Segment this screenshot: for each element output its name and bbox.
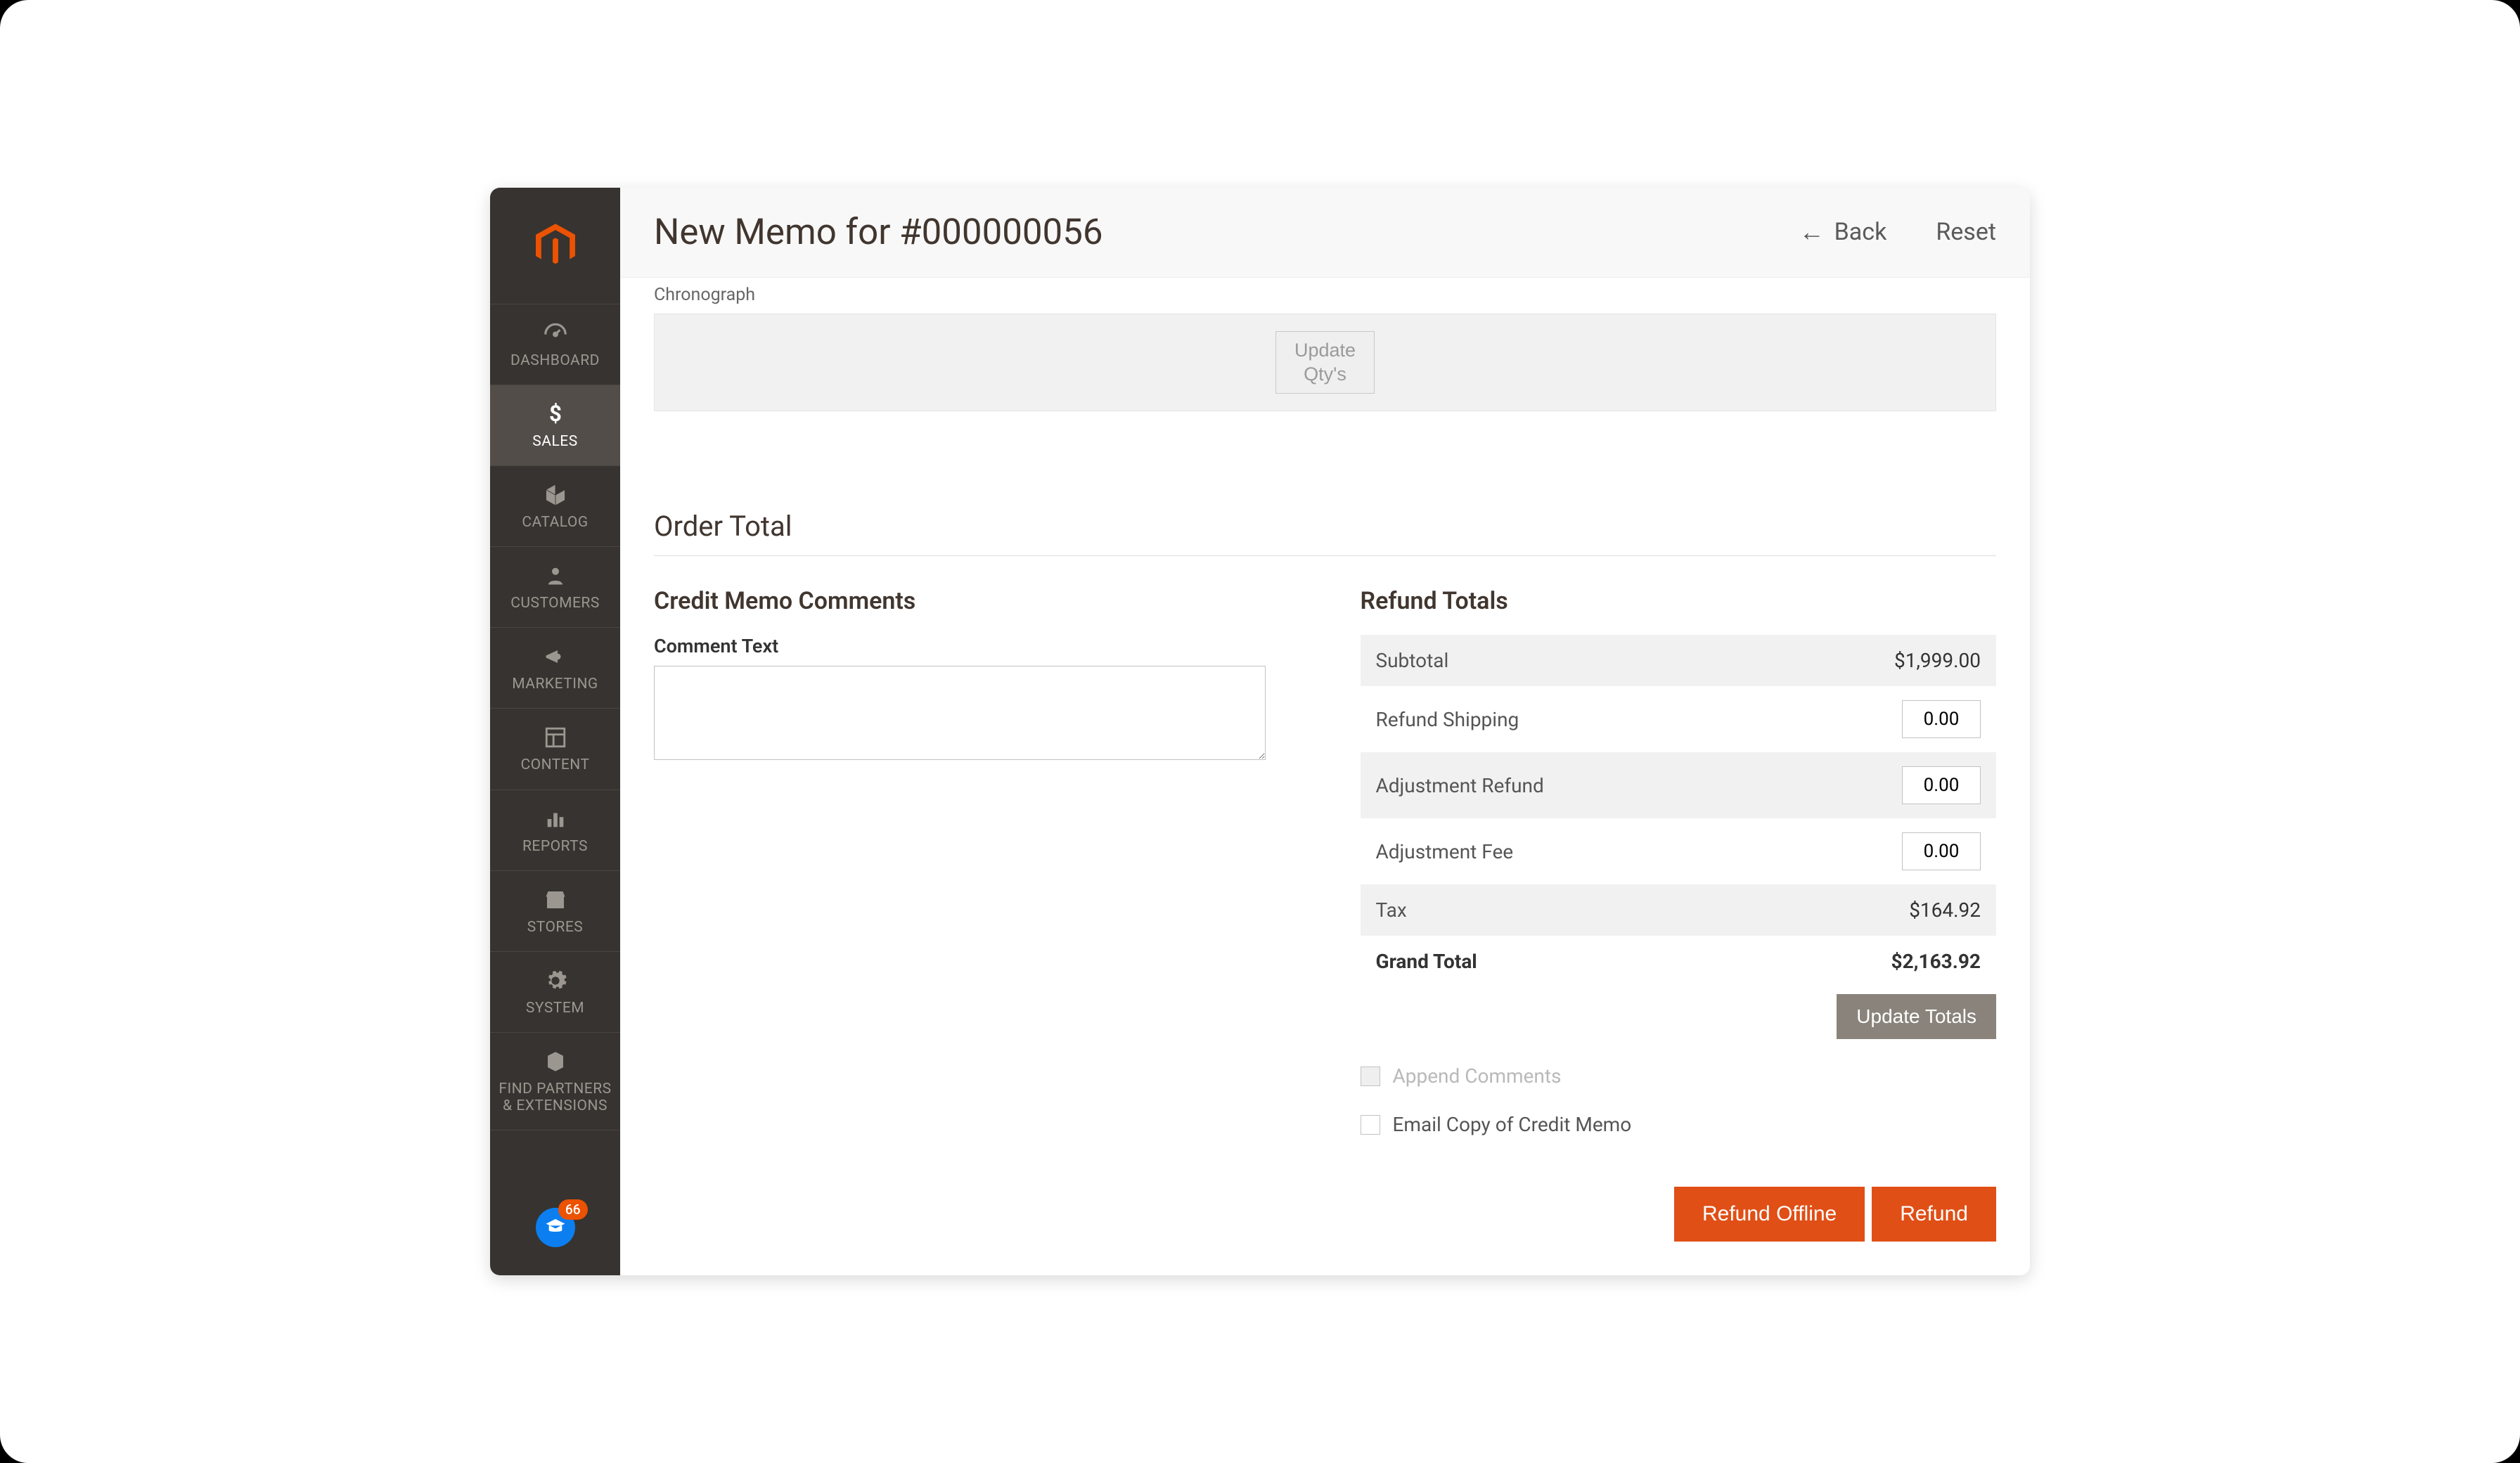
append-comments-row: Append Comments	[1361, 1064, 1997, 1088]
update-qty-bar: Update Qty's	[654, 314, 1996, 412]
back-label: Back	[1834, 218, 1887, 246]
sidebar-item-reports[interactable]: REPORTS	[490, 789, 620, 870]
sidebar-item-label: DASHBOARD	[510, 352, 600, 369]
main-content: New Memo for #000000056 ← Back Reset Chr…	[620, 188, 2030, 1276]
append-comments-checkbox	[1361, 1066, 1380, 1086]
sidebar-item-stores[interactable]: STORES	[490, 870, 620, 951]
sidebar-item-label: CATALOG	[522, 514, 588, 531]
adjustment-refund-label: Adjustment Refund	[1361, 752, 1756, 818]
update-totals-button[interactable]: Update Totals	[1837, 994, 1996, 1039]
adjustment-fee-row: Adjustment Fee	[1361, 818, 1997, 884]
sidebar-item-customers[interactable]: CUSTOMERS	[490, 546, 620, 627]
subtotal-value: $1,999.00	[1756, 635, 1996, 686]
cube-icon	[541, 480, 570, 510]
megaphone-icon	[541, 642, 570, 671]
comments-heading: Credit Memo Comments	[654, 587, 1290, 615]
refund-totals-table: Subtotal $1,999.00 Refund Shipping Adjus…	[1361, 635, 1997, 987]
update-totals-row: Update Totals	[1361, 994, 1997, 1039]
refund-shipping-input[interactable]	[1902, 700, 1981, 738]
sidebar-item-label: REPORTS	[522, 838, 588, 855]
page-title: New Memo for #000000056	[654, 212, 1799, 253]
tax-value: $164.92	[1756, 884, 1996, 936]
package-icon	[541, 1047, 570, 1076]
store-icon	[541, 885, 570, 915]
sidebar-item-sales[interactable]: $ SALES	[490, 385, 620, 465]
subtotal-label: Subtotal	[1361, 635, 1756, 686]
tax-row: Tax $164.92	[1361, 884, 1997, 936]
product-line-text: Chronograph	[654, 278, 1996, 314]
sidebar-item-label: CONTENT	[521, 756, 590, 773]
sidebar-spacer	[490, 1130, 620, 1208]
layout-icon	[541, 723, 570, 752]
subtotal-row: Subtotal $1,999.00	[1361, 635, 1997, 686]
refund-shipping-label: Refund Shipping	[1361, 686, 1756, 752]
sidebar-item-system[interactable]: SYSTEM	[490, 951, 620, 1032]
sidebar-item-partners[interactable]: FIND PARTNERS & EXTENSIONS	[490, 1032, 620, 1130]
order-total-columns: Credit Memo Comments Comment Text Refund…	[654, 587, 1996, 1242]
page-titlebar: New Memo for #000000056 ← Back Reset	[620, 188, 2030, 278]
sidebar-item-label: FIND PARTNERS & EXTENSIONS	[499, 1081, 611, 1114]
graduation-cap-icon	[544, 1216, 567, 1239]
grand-total-label: Grand Total	[1361, 936, 1756, 987]
back-button[interactable]: ← Back	[1799, 217, 1887, 247]
dashboard-icon	[541, 318, 570, 348]
app-window: DASHBOARD $ SALES CATALOG CUSTOMERS	[490, 188, 2030, 1276]
help-badge: 66	[558, 1199, 588, 1220]
magento-logo[interactable]	[490, 188, 620, 304]
dollar-icon: $	[541, 399, 570, 429]
comment-text-label: Comment Text	[654, 635, 1290, 657]
sidebar-item-marketing[interactable]: MARKETING	[490, 627, 620, 708]
email-copy-label: Email Copy of Credit Memo	[1393, 1113, 1632, 1136]
grand-total-value: $2,163.92	[1756, 936, 1996, 987]
refund-action-buttons: Refund Offline Refund	[1361, 1187, 1997, 1242]
adjustment-fee-label: Adjustment Fee	[1361, 818, 1756, 884]
sidebar-item-label: SYSTEM	[526, 1000, 584, 1017]
adjustment-refund-row: Adjustment Refund	[1361, 752, 1997, 818]
reset-button[interactable]: Reset	[1936, 218, 1996, 246]
grand-total-row: Grand Total $2,163.92	[1361, 936, 1997, 987]
sidebar-item-label: MARKETING	[512, 676, 598, 692]
sidebar-item-label: STORES	[527, 919, 584, 936]
sidebar-item-dashboard[interactable]: DASHBOARD	[490, 304, 620, 385]
sidebar-item-content[interactable]: CONTENT	[490, 708, 620, 789]
update-qtys-button[interactable]: Update Qty's	[1275, 331, 1375, 394]
comment-textarea[interactable]	[654, 666, 1266, 760]
order-total-heading: Order Total	[654, 510, 1996, 556]
comments-column: Credit Memo Comments Comment Text	[654, 587, 1290, 1242]
refund-totals-column: Refund Totals Subtotal $1,999.00 Refund …	[1361, 587, 1997, 1242]
append-comments-label: Append Comments	[1393, 1064, 1562, 1088]
sidebar-item-label: SALES	[532, 433, 577, 450]
refund-button[interactable]: Refund	[1872, 1187, 1996, 1242]
refund-totals-heading: Refund Totals	[1361, 587, 1997, 615]
content-area: Chronograph Update Qty's Order Total Cre…	[620, 278, 2030, 1276]
refund-offline-button[interactable]: Refund Offline	[1674, 1187, 1865, 1242]
arrow-left-icon: ←	[1799, 217, 1825, 247]
bar-chart-icon	[541, 804, 570, 834]
email-copy-row[interactable]: Email Copy of Credit Memo	[1361, 1113, 1997, 1136]
email-copy-checkbox[interactable]	[1361, 1115, 1380, 1135]
gear-icon	[541, 966, 570, 995]
tax-label: Tax	[1361, 884, 1756, 936]
outer-frame: DASHBOARD $ SALES CATALOG CUSTOMERS	[0, 0, 2520, 1463]
adjustment-fee-input[interactable]	[1902, 832, 1981, 870]
sidebar-item-catalog[interactable]: CATALOG	[490, 465, 620, 546]
sidebar-item-label: CUSTOMERS	[510, 595, 600, 612]
person-icon	[541, 561, 570, 591]
magento-logo-icon	[536, 224, 575, 267]
adjustment-refund-input[interactable]	[1902, 766, 1981, 804]
svg-text:$: $	[549, 402, 562, 426]
help-button[interactable]: 66	[536, 1208, 575, 1247]
admin-sidebar: DASHBOARD $ SALES CATALOG CUSTOMERS	[490, 188, 620, 1276]
refund-shipping-row: Refund Shipping	[1361, 686, 1997, 752]
